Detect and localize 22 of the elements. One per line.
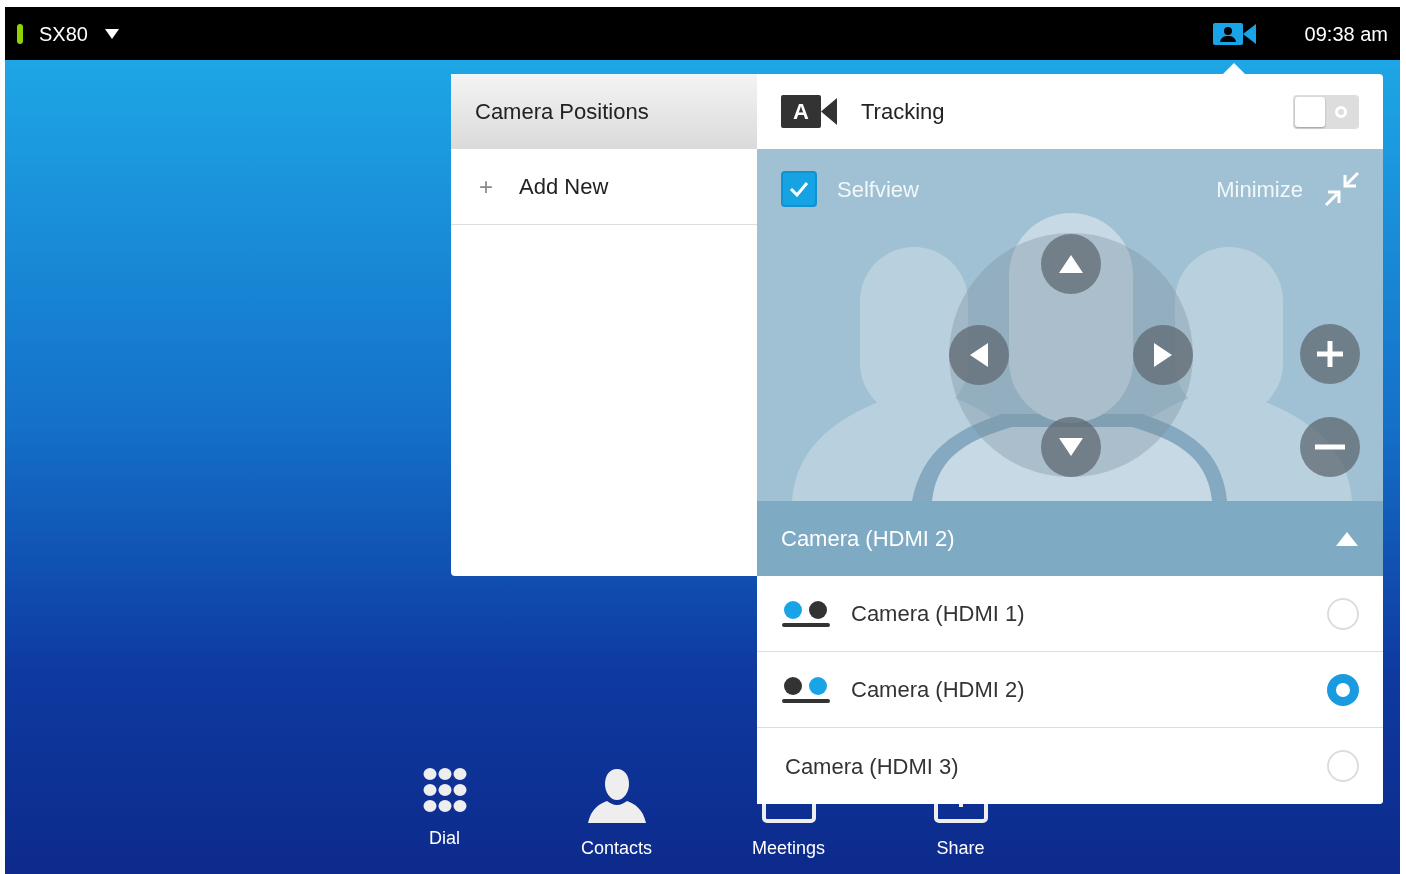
dock-button[interactable]: Contacts: [530, 767, 703, 862]
dropdown-icon[interactable]: [103, 27, 120, 40]
right-arrow-icon: [1153, 342, 1173, 368]
dial-icon: [422, 767, 467, 813]
panel-title: Camera Positions: [475, 98, 649, 126]
device-name: SX80: [39, 21, 88, 47]
radio-button[interactable]: [1327, 673, 1359, 706]
down-arrow-icon: [1058, 437, 1084, 457]
contacts-icon: [587, 767, 646, 823]
selfview-label: Selfview: [837, 175, 919, 204]
check-icon: [789, 181, 809, 197]
plus-icon: [1315, 339, 1345, 369]
clock: 09:38 am: [1304, 21, 1388, 47]
dock-button[interactable]: Dial: [358, 767, 531, 862]
camera-button[interactable]: [1212, 20, 1257, 47]
tracking-toggle[interactable]: [1293, 94, 1359, 129]
tracking-label: Tracking: [861, 98, 945, 126]
selfview-checkbox[interactable]: [781, 171, 817, 207]
left-arrow-icon: [969, 342, 989, 368]
up-arrow-icon: [1058, 254, 1084, 274]
minus-icon: [1315, 444, 1345, 450]
status-indicator: [17, 23, 23, 44]
